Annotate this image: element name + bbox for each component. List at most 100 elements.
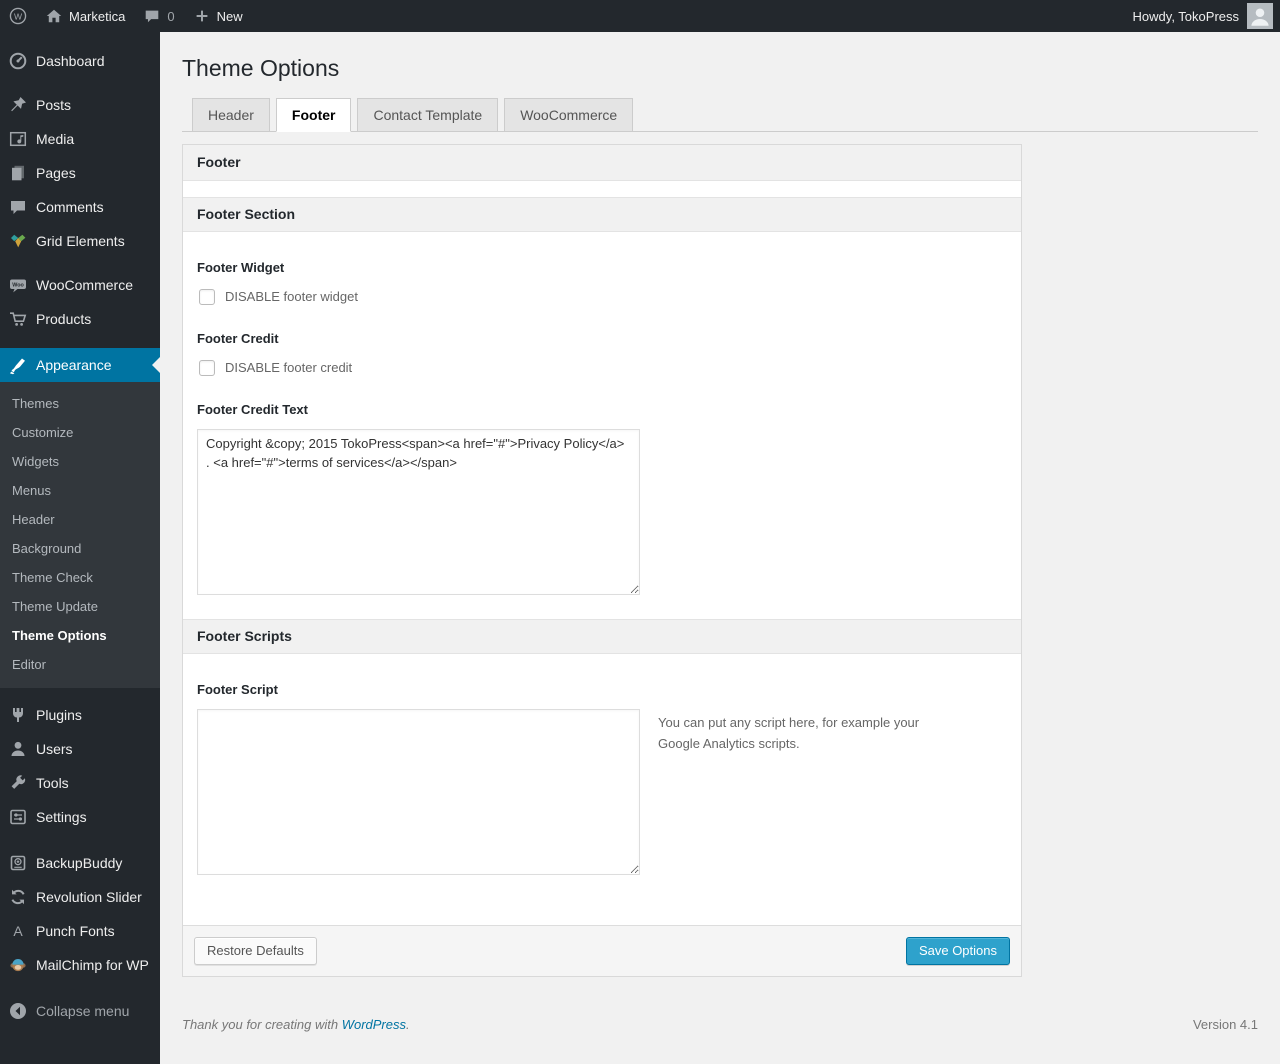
sidebar-item-grid-elements[interactable]: Grid Elements xyxy=(0,224,160,258)
panel-footer: Restore Defaults Save Options xyxy=(183,924,1021,976)
disable-footer-credit-label: DISABLE footer credit xyxy=(225,360,353,376)
sidebar-item-label: Punch Fonts xyxy=(36,923,115,939)
wordpress-logo: W xyxy=(9,7,27,25)
grid-elements-icon xyxy=(8,231,28,251)
submenu-item-theme-update[interactable]: Theme Update xyxy=(0,592,160,621)
sidebar-item-label: Tools xyxy=(36,775,69,791)
main-content: Theme Options Header Footer Contact Temp… xyxy=(160,32,1280,1064)
admin-bar: W Marketica 0 New Howdy, TokoPress xyxy=(0,0,1280,32)
comments-bubble-icon xyxy=(143,7,161,25)
avatar xyxy=(1247,3,1273,29)
submenu-item-header[interactable]: Header xyxy=(0,505,160,534)
footer-credit-label: Footer Credit xyxy=(197,330,279,346)
mailchimp-icon xyxy=(8,955,28,975)
disable-footer-widget-label: DISABLE footer widget xyxy=(225,289,358,305)
section-title-footer-scripts: Footer Scripts xyxy=(183,618,1021,654)
sidebar-item-punch-fonts[interactable]: A Punch Fonts xyxy=(0,914,160,948)
pages-icon xyxy=(8,163,28,183)
footer-script-textarea[interactable] xyxy=(197,708,640,875)
howdy-link[interactable]: Howdy, TokoPress xyxy=(1133,9,1239,24)
new-button[interactable]: New xyxy=(184,0,252,32)
footer-section-body: Footer Widget DISABLE footer widget Foot… xyxy=(183,232,1021,619)
wp-logo-button[interactable]: W xyxy=(0,0,36,32)
sidebar-item-tools[interactable]: Tools xyxy=(0,766,160,800)
sidebar-item-label: Posts xyxy=(36,97,72,113)
comments-indicator[interactable]: 0 xyxy=(134,0,183,32)
disable-footer-widget-checkbox[interactable] xyxy=(199,288,215,305)
current-menu-arrow xyxy=(144,357,160,373)
sidebar-item-posts[interactable]: Posts xyxy=(0,88,160,122)
sidebar-item-mailchimp[interactable]: MailChimp for WP xyxy=(0,948,160,982)
plus-icon xyxy=(193,7,211,25)
sidebar-item-revolution-slider[interactable]: Revolution Slider xyxy=(0,880,160,914)
svg-text:Woo: Woo xyxy=(12,282,24,288)
home-icon xyxy=(45,7,63,25)
appearance-submenu: Themes Customize Widgets Menus Header Ba… xyxy=(0,382,160,688)
sidebar-item-settings[interactable]: Settings xyxy=(0,800,160,834)
wordpress-link[interactable]: WordPress xyxy=(342,1017,406,1032)
appearance-icon xyxy=(8,355,28,375)
submenu-item-background[interactable]: Background xyxy=(0,534,160,563)
dashboard-icon xyxy=(8,51,28,71)
sidebar-item-media[interactable]: Media xyxy=(0,122,160,156)
punch-fonts-icon: A xyxy=(8,921,28,941)
settings-icon xyxy=(8,807,28,827)
submenu-item-theme-check[interactable]: Theme Check xyxy=(0,563,160,592)
sidebar-item-appearance[interactable]: Appearance xyxy=(0,348,160,382)
sidebar-item-comments[interactable]: Comments xyxy=(0,190,160,224)
sidebar-item-label: Plugins xyxy=(36,707,82,723)
version-text: Version 4.1 xyxy=(1192,1016,1258,1032)
disable-footer-widget-row[interactable]: DISABLE footer widget xyxy=(197,288,1007,305)
submenu-item-editor[interactable]: Editor xyxy=(0,650,160,679)
collapse-menu-button[interactable]: Collapse menu xyxy=(0,994,160,1028)
thanks-suffix: . xyxy=(406,1016,410,1032)
plugins-icon xyxy=(8,705,28,725)
sidebar-item-label: Grid Elements xyxy=(36,233,125,249)
submenu-item-widgets[interactable]: Widgets xyxy=(0,447,160,476)
sidebar-item-users[interactable]: Users xyxy=(0,732,160,766)
site-name-link[interactable]: Marketica xyxy=(36,0,134,32)
footer-script-label: Footer Script xyxy=(197,681,278,697)
sidebar-item-label: Revolution Slider xyxy=(36,889,142,905)
sidebar-item-label: Products xyxy=(36,311,92,327)
users-icon xyxy=(8,739,28,759)
tab-woocommerce[interactable]: WooCommerce xyxy=(504,97,634,132)
footer-script-help: You can put any script here, for example… xyxy=(658,714,920,751)
sidebar-item-pages[interactable]: Pages xyxy=(0,156,160,190)
disable-footer-credit-checkbox[interactable] xyxy=(199,359,215,376)
sidebar-item-label: BackupBuddy xyxy=(36,855,123,871)
tab-footer[interactable]: Footer xyxy=(275,97,352,132)
thanks-text: Thank you for creating with WordPress. xyxy=(182,1017,410,1032)
svg-text:W: W xyxy=(14,11,23,21)
submenu-item-menus[interactable]: Menus xyxy=(0,476,160,505)
tab-contact-template[interactable]: Contact Template xyxy=(357,97,499,132)
footer-widget-label: Footer Widget xyxy=(197,259,285,275)
footer-credit-text-label: Footer Credit Text xyxy=(197,401,308,417)
comments-count: 0 xyxy=(167,8,175,24)
section-title-footer-section: Footer Section xyxy=(183,196,1021,232)
posts-icon xyxy=(8,95,28,115)
sidebar-item-label: Dashboard xyxy=(36,53,105,69)
sidebar-item-label: Pages xyxy=(36,165,76,181)
sidebar-item-label: Users xyxy=(36,741,73,757)
submenu-item-customize[interactable]: Customize xyxy=(0,418,160,447)
tab-header[interactable]: Header xyxy=(192,97,270,132)
submenu-item-themes[interactable]: Themes xyxy=(0,389,160,418)
disable-footer-credit-row[interactable]: DISABLE footer credit xyxy=(197,359,1007,376)
footer-credit-text-textarea[interactable]: Copyright &copy; 2015 TokoPress<span><a … xyxy=(197,428,640,595)
restore-defaults-button[interactable]: Restore Defaults xyxy=(194,936,317,965)
sidebar-item-label: Comments xyxy=(36,199,104,215)
sidebar-item-woocommerce[interactable]: Woo WooCommerce xyxy=(0,268,160,302)
save-options-button[interactable]: Save Options xyxy=(905,936,1010,965)
collapse-icon xyxy=(8,1001,28,1021)
sidebar-item-dashboard[interactable]: Dashboard xyxy=(0,44,160,78)
sidebar-item-products[interactable]: Products xyxy=(0,302,160,336)
submenu-item-theme-options[interactable]: Theme Options xyxy=(0,621,160,650)
collapse-menu-label: Collapse menu xyxy=(36,1003,130,1019)
sidebar-item-backupbuddy[interactable]: BackupBuddy xyxy=(0,846,160,880)
footer-scripts-body: Footer Script You can put any script her… xyxy=(183,654,1021,925)
page-footer: Thank you for creating with WordPress. V… xyxy=(182,1017,1258,1056)
sidebar-item-plugins[interactable]: Plugins xyxy=(0,698,160,732)
sidebar-item-label: MailChimp for WP xyxy=(36,957,149,973)
svg-text:A: A xyxy=(13,923,23,939)
